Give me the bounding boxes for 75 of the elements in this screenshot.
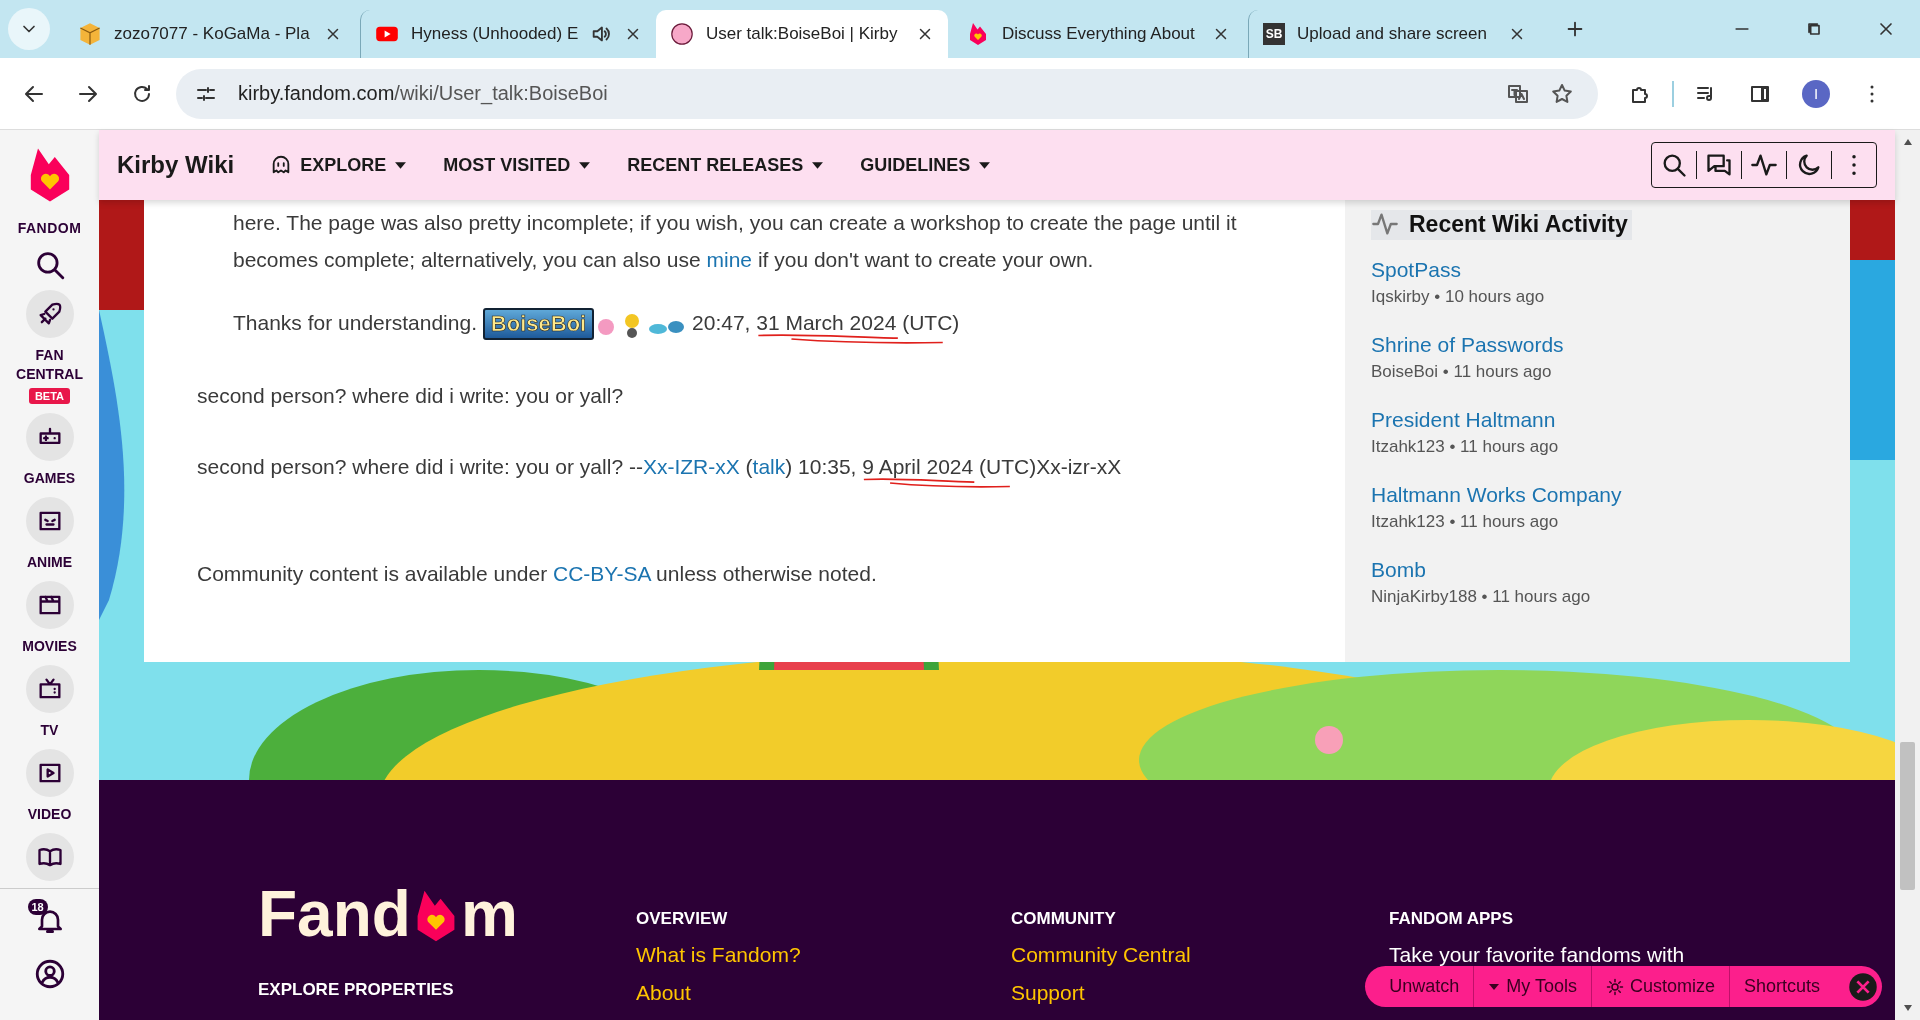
notification-count: 18 — [27, 899, 48, 915]
browser-tab[interactable]: Discuss Everything About — [952, 10, 1244, 58]
edit-meta: Itzahk123 • 11 hours ago — [1371, 511, 1560, 533]
favicon: SB — [1263, 23, 1285, 45]
star-icon[interactable] — [1550, 81, 1574, 106]
talk-text: Community content is available under CC-BY-SA unless otherwise noted. — [197, 561, 878, 587]
tools-bar-item[interactable]: Customize — [1593, 976, 1727, 997]
rail-label[interactable]: ANIME — [4, 553, 95, 572]
talk-text: second person? where did i write: you or yall? — [197, 383, 625, 409]
gear-icon — [1605, 977, 1624, 996]
caret-icon — [811, 160, 825, 170]
page-link[interactable]: President Haltmann — [1371, 406, 1824, 434]
link[interactable]: talk — [752, 455, 786, 478]
rail-button[interactable] — [25, 581, 74, 629]
nav-menu[interactable]: RECENT RELEASES — [627, 154, 825, 176]
address-bar[interactable]: kirby.fandom.com/wiki/User_talk:BoiseBoi — [176, 68, 1598, 119]
footer-link[interactable]: About — [636, 981, 691, 1005]
rail-label[interactable]: GAMES — [4, 469, 95, 488]
edit-meta: NinjaKirby188 • 11 hours ago — [1371, 586, 1592, 608]
footer-link[interactable]: Community Central — [1011, 943, 1191, 967]
caret-icon — [578, 160, 592, 170]
rail-label[interactable]: FAN CENTRAL — [4, 346, 95, 384]
browser-tab[interactable]: User talk:BoiseBoi | Kirby — [656, 10, 948, 58]
rail-label[interactable]: TV — [4, 721, 95, 740]
page-link[interactable]: Shrine of Passwords — [1371, 331, 1824, 359]
page-link[interactable]: Bomb — [1371, 556, 1824, 584]
browser-tab[interactable]: zozo7077 - KoGaMa - Pla — [64, 10, 356, 58]
talk-text: second person? where did i write: you or yall? --Xx-IZR-xX (talk) 10:35, 9 April 2024 (UTC)Xx-izr-xX — [197, 448, 1305, 485]
talk-text: Thanks for understanding. BoiseBoi 20:47, 31 March 2024 (UTC) — [197, 304, 1305, 341]
round-favicon — [670, 22, 694, 46]
rail-button[interactable] — [25, 749, 74, 797]
tools-bar-item[interactable]: My Tools — [1476, 976, 1589, 997]
link[interactable]: Xx-IZR-xX — [642, 455, 740, 478]
fandom-logo[interactable]: Fand m — [258, 880, 518, 946]
wiki-title[interactable]: Kirby Wiki — [117, 151, 235, 179]
rail-button[interactable] — [25, 290, 74, 338]
rail-label[interactable]: VIDEO — [4, 805, 95, 824]
caret-icon — [394, 160, 408, 170]
rail-label[interactable]: MOVIES — [4, 637, 95, 656]
scroll-thumb[interactable] — [1900, 742, 1915, 890]
scroll-down-icon[interactable] — [1902, 1004, 1913, 1012]
rail-button[interactable] — [25, 833, 74, 881]
edit-meta: BoiseBoi • 11 hours ago — [1371, 361, 1553, 383]
fandom-label: FANDOM — [17, 220, 82, 236]
page-link[interactable]: SpotPass — [1371, 256, 1824, 284]
scrollbar[interactable] — [1895, 130, 1920, 1020]
footer-heading: OVERVIEW — [636, 909, 729, 929]
tools-bar-item[interactable]: Shortcuts — [1731, 976, 1832, 997]
footer-link[interactable]: Support — [1011, 981, 1085, 1005]
talk-text: here. The page was also pretty incomplete; if you wish, you can create a workshop to create the page until it — [232, 210, 1238, 236]
link[interactable]: mine — [706, 248, 753, 271]
rail-button[interactable] — [25, 665, 74, 713]
heading-text: Recent Wiki Activity — [1409, 210, 1628, 238]
cube-favicon — [78, 22, 102, 46]
beta-badge: BETA — [28, 388, 71, 404]
footer-link[interactable]: What is Fandom? — [636, 943, 801, 967]
edit-meta: Itzahk123 • 11 hours ago — [1371, 436, 1560, 458]
rail-button[interactable] — [25, 413, 74, 461]
caret-icon — [1488, 982, 1501, 991]
footer-text: Take your favorite fandoms with — [1389, 943, 1685, 967]
footer-heading: COMMUNITY — [1011, 909, 1117, 929]
footer-heading: EXPLORE PROPERTIES — [258, 980, 455, 1000]
tools-bar-item[interactable]: Unwatch — [1377, 976, 1472, 997]
page-link[interactable]: Haltmann Works Company — [1371, 481, 1824, 509]
link[interactable]: CC-BY-SA — [553, 562, 651, 585]
nav-menu[interactable]: MOST VISITED — [443, 154, 592, 176]
talk-text: becomes complete; alternatively, you can also use mine if you don't want to create your own. — [232, 247, 1095, 273]
rail-button[interactable] — [25, 497, 74, 545]
edit-meta: Iqskirby • 10 hours ago — [1371, 286, 1546, 308]
nav-menu[interactable]: GUIDELINES — [860, 154, 992, 176]
footer-heading: FANDOM APPS — [1389, 909, 1515, 929]
caret-icon — [978, 160, 992, 170]
profile-avatar[interactable]: I — [1802, 79, 1830, 108]
scroll-up-icon[interactable] — [1902, 138, 1913, 146]
nav-menu[interactable]: EXPLORE — [270, 154, 408, 176]
